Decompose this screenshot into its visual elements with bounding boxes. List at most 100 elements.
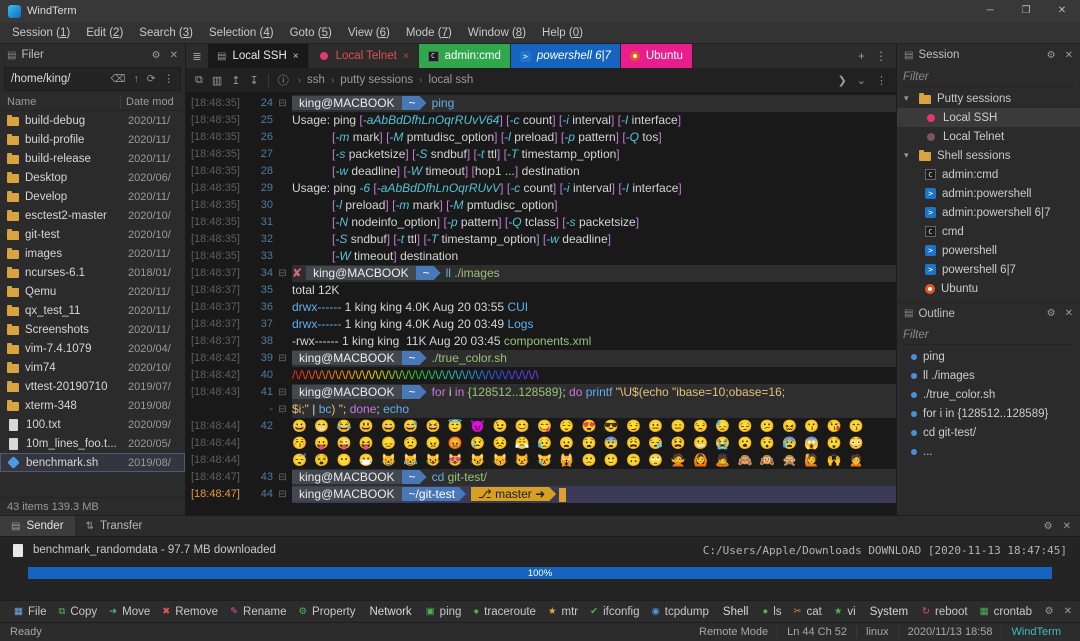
tree-item-local-ssh[interactable]: Local SSH [897,108,1080,127]
session-settings-icon[interactable]: ⚙ [1047,50,1056,61]
outline-item-true-color-sh[interactable]: ./true_color.sh [897,385,1080,404]
filer-item-build-profile[interactable]: build-profile 2020/11/ [0,130,185,149]
filer-item-desktop[interactable]: Desktop 2020/06/ [0,168,185,187]
filer-item-develop[interactable]: Develop 2020/11/ [0,187,185,206]
terminal-line[interactable]: [18:48:42] 40/\/\/\/\/\/\/\/\/\/\/\/\/\/\… [186,367,896,384]
terminal-line[interactable]: [18:48:35] 29 Usage: ping -6 [-aAbBdDfhLnO… [186,180,896,197]
tabs-menu-icon[interactable]: ≣ [186,44,208,68]
terminal-line[interactable]: [18:48:35] 26 [-m mark] [-M pmtudisc_opti… [186,129,896,146]
tree-item-ubuntu[interactable]: Ubuntu [897,279,1080,298]
quickbar-system[interactable]: System [862,606,916,618]
tree-item-local-telnet[interactable]: Local Telnet [897,127,1080,146]
up-icon[interactable]: ↑ [133,73,138,85]
quickbar-close-icon[interactable]: ✕ [1064,606,1072,617]
terminal-line[interactable]: [18:48:35] 24 ⊟ king@MACBOOK ~ ping [186,95,896,112]
breadcrumb-ssh[interactable]: ssh [307,74,325,86]
outline-close-icon[interactable]: ✕ [1065,308,1073,319]
menu-goto[interactable]: Goto (5) [282,27,340,39]
tree-item-admin-cmd[interactable]: Cadmin:cmd [897,165,1080,184]
breadcrumb-putty-sessions[interactable]: putty sessions [340,74,413,86]
filer-close-icon[interactable]: ✕ [170,50,178,61]
new-tab-button[interactable]: + [858,49,865,63]
outline-item-ping[interactable]: ping [897,347,1080,366]
terminal-line[interactable]: [18:48:35] 33 [-W timeout] destination [186,248,896,265]
column-name[interactable]: Name [7,96,120,108]
tree-item-admin-powershell-6-7[interactable]: > admin:powershell 6|7 [897,203,1080,222]
terminal-line[interactable]: [18:48:37] 36 drwx------ 1 king king 4.0K … [186,299,896,316]
outline-filter-input[interactable] [903,328,1074,341]
quickbar-cat[interactable]: ✂ cat [788,606,828,618]
terminal-line[interactable]: [18:48:42] 39 ⊟ king@MACBOOK ~ ./true_color.s… [186,350,896,367]
quickbar-tcpdump[interactable]: ◉ tcpdump [646,606,715,618]
bottom-tab-sender[interactable]: ▤ Sender [0,516,75,536]
terminal-line[interactable]: [18:48:37] 38 -rwx------ 1 king king 11K A… [186,333,896,350]
menu-mode[interactable]: Mode (7) [398,27,460,39]
minimize-button[interactable]: ─ [972,0,1008,22]
filer-item-esctest2-master[interactable]: esctest2-master 2020/10/ [0,206,185,225]
quickbar-property[interactable]: ⚙ Property [293,606,362,618]
outline-settings-icon[interactable]: ⚙ [1047,308,1056,319]
column-date[interactable]: Date mod [120,95,178,108]
menu-help[interactable]: Help (0) [534,27,591,39]
tab-close-icon[interactable]: × [403,51,409,62]
caret-icon[interactable]: ▾ [904,93,913,104]
tab-local-telnet[interactable]: Local Telnet × [309,44,419,68]
terminal-line[interactable]: [18:48:35] 31 [-N nodeinfo_option] [-p pa… [186,214,896,231]
more-icon[interactable]: ⋮ [876,74,887,87]
quickbar-move[interactable]: ➜ Move [103,606,156,618]
quickbar-copy[interactable]: ⧉ Copy [53,606,104,618]
session-filter-input[interactable] [903,70,1074,83]
terminal-line[interactable]: [18:48:35] 28 [-w deadline] [-W timeout] … [186,163,896,180]
terminal-line[interactable]: [18:48:35] 27 [-s packetsize] [-S sndbuf]… [186,146,896,163]
quickbar-remove[interactable]: ✖ Remove [156,606,224,618]
tab-admin-cmd[interactable]: Cadmin:cmd [418,44,511,68]
terminal-line[interactable]: [18:48:35] 32 [-S sndbuf] [-t ttl] [-T ti… [186,231,896,248]
filer-item-build-debug[interactable]: build-debug 2020/11/ [0,111,185,130]
filer-item-qemu[interactable]: Qemu 2020/11/ [0,282,185,301]
tree-item-powershell[interactable]: > powershell [897,241,1080,260]
filer-item-xterm-348[interactable]: xterm-348 2019/08/ [0,396,185,415]
terminal-line[interactable]: [18:48:44] 42 😀 😁 😂 😃 😄 😅 😆 😇 😈 😉 😊 😋 😌 😍 … [186,418,896,435]
filer-path-bar[interactable]: /home/king/ ⌫ ↑ ⟳ ⋮ [4,67,181,91]
tab-close-icon[interactable]: × [293,51,299,62]
outline-item-ll-images[interactable]: ll ./images [897,366,1080,385]
copy-icon[interactable]: ⧉ [195,74,203,87]
bottom-close-icon[interactable]: ✕ [1063,521,1071,532]
more-icon[interactable]: ⋮ [164,73,175,85]
terminal-output[interactable]: [18:48:35] 24 ⊟ king@MACBOOK ~ ping [18:48:35]… [186,93,896,515]
filer-item-git-test[interactable]: git-test 2020/10/ [0,225,185,244]
tab-local-ssh[interactable]: ▤ Local SSH × [208,44,309,68]
filer-column-headers[interactable]: Name Date mod [0,93,185,111]
quickbar-file[interactable]: ▦ File [8,606,53,618]
menu-window[interactable]: Window (8) [460,27,534,39]
tree-group-putty-sessions[interactable]: ▾ Putty sessions [897,89,1080,108]
outline-item-for-i-in-128512-128589[interactable]: for i in {128512..128589} [897,404,1080,423]
outline-item-cd-git-test[interactable]: cd git-test/ [897,423,1080,442]
terminal-line[interactable]: [18:48:37] 34 ⊟ ✘ king@MACBOOK ~ ll ./images [186,265,896,282]
quickbar-network[interactable]: Network [362,606,420,618]
terminal-line[interactable]: [18:48:44] 😴 😵 😶 😷 😸 😹 😺 😻 😼 😽 😾 😿 🙀 🙁 🙂 … [186,452,896,469]
tree-item-cmd[interactable]: Ccmd [897,222,1080,241]
tab-ubuntu[interactable]: Ubuntu [620,44,693,68]
quickbar-vi[interactable]: ★ vi [828,606,862,618]
filer-item-vim-7-4-1079[interactable]: vim-7.4.1079 2020/04/ [0,339,185,358]
quickbar-crontab[interactable]: ▦ crontab [974,606,1038,618]
terminal-line[interactable]: [18:48:37] 35 total 12K [186,282,896,299]
bottom-tab-transfer[interactable]: ⇅ Transfer [75,516,154,536]
expand-icon[interactable]: ❯ [838,74,847,87]
filer-item-100-txt[interactable]: 100.txt 2020/09/ [0,415,185,434]
terminal-line[interactable]: [18:48:47] 44 ⊟ king@MACBOOK ~/git-test ⎇ mas… [186,486,896,503]
breadcrumb-local-ssh[interactable]: local ssh [429,74,474,86]
menu-view[interactable]: View (6) [340,27,398,39]
refresh-icon[interactable]: ⟳ [147,73,156,85]
terminal-line[interactable]: [18:48:35] 25 Usage: ping [-aAbBdDfhLnOqrR… [186,112,896,129]
tree-group-shell-sessions[interactable]: ▾ Shell sessions [897,146,1080,165]
back-icon[interactable]: ⌫ [111,73,126,85]
quickbar-settings-icon[interactable]: ⚙ [1045,606,1054,617]
terminal-line[interactable]: [18:48:43] 41 ⊟ king@MACBOOK ~ for i in {1285… [186,384,896,401]
filer-item-vim74[interactable]: vim74 2020/10/ [0,358,185,377]
filer-item-ncurses-6-1[interactable]: ncurses-6.1 2018/01/ [0,263,185,282]
filer-item-benchmark-sh[interactable]: benchmark.sh 2019/08/ [0,453,185,472]
filer-item-qx-test-11[interactable]: qx_test_11 2020/11/ [0,301,185,320]
upload-icon[interactable]: ↥ [231,74,240,87]
